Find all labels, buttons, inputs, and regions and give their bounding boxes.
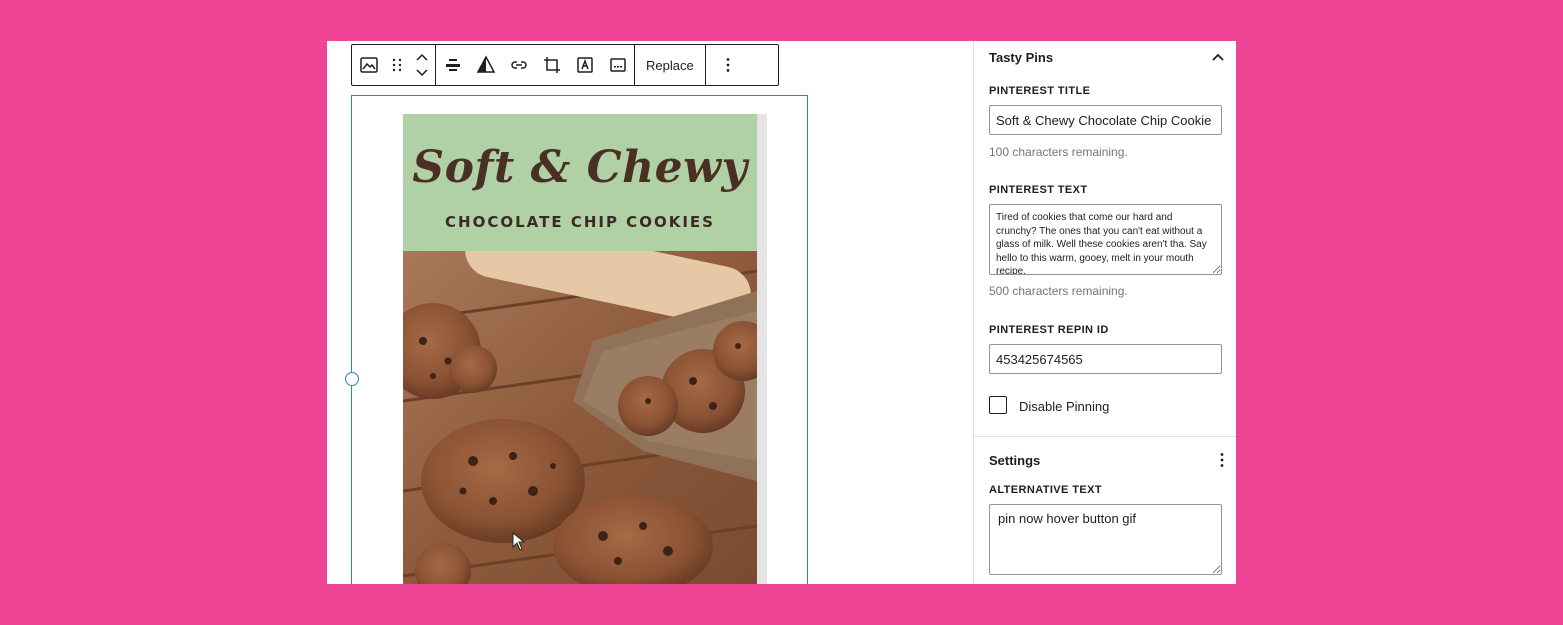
move-up-icon[interactable] <box>415 52 429 62</box>
alt-text-input[interactable]: pin now hover button gif <box>989 504 1222 575</box>
disable-pinning-checkbox[interactable] <box>989 396 1007 414</box>
crop-icon[interactable] <box>535 45 568 85</box>
block-toolbar: Replace <box>351 44 779 86</box>
settings-heading: Settings <box>989 452 1041 468</box>
pinterest-text-input[interactable]: Tired of cookies that come our hard and … <box>989 204 1222 275</box>
resize-handle[interactable] <box>345 372 359 386</box>
editor-window: Replace Soft & Chewy CHOCOLATE CHIP COOK… <box>327 41 1236 584</box>
pinterest-text-label: PINTEREST TEXT <box>989 184 1088 196</box>
chevron-up-icon[interactable] <box>1211 52 1225 62</box>
repin-id-label: PINTEREST REPIN ID <box>989 324 1109 336</box>
pin-image[interactable]: Soft & Chewy CHOCOLATE CHIP COOKIES <box>403 114 757 584</box>
block-settings-sidebar: Tasty Pins PINTEREST TITLE 100 character… <box>973 41 1236 584</box>
align-icon[interactable] <box>436 45 469 85</box>
duotone-icon[interactable] <box>469 45 502 85</box>
image-shadow <box>757 114 767 584</box>
toolbar-group-replace: Replace <box>635 45 706 85</box>
replace-button[interactable]: Replace <box>635 45 705 85</box>
tasty-pins-panel-header[interactable]: Tasty Pins <box>989 42 1225 72</box>
panel-divider <box>974 436 1236 437</box>
pin-image-subtitle: CHOCOLATE CHIP COOKIES <box>445 213 715 231</box>
pinterest-text-help: 500 characters remaining. <box>989 284 1128 298</box>
more-vertical-icon[interactable] <box>1219 452 1225 468</box>
pin-image-header: Soft & Chewy CHOCOLATE CHIP COOKIES <box>403 114 757 251</box>
cookies-photo <box>403 251 757 584</box>
settings-panel-header[interactable]: Settings <box>989 445 1225 475</box>
image-icon[interactable] <box>352 45 385 85</box>
caption-icon[interactable] <box>601 45 634 85</box>
text-overlay-icon[interactable] <box>568 45 601 85</box>
editor-canvas: Replace Soft & Chewy CHOCOLATE CHIP COOK… <box>327 41 973 584</box>
toolbar-group-tools <box>436 45 635 85</box>
tasty-pins-heading: Tasty Pins <box>989 49 1054 65</box>
block-mover <box>409 45 435 85</box>
pinterest-title-label: PINTEREST TITLE <box>989 85 1091 97</box>
pinterest-title-help: 100 characters remaining. <box>989 145 1128 159</box>
more-options-icon[interactable] <box>706 45 750 85</box>
pin-image-title: Soft & Chewy <box>412 142 748 193</box>
toolbar-group-more <box>706 45 750 85</box>
toolbar-group-block <box>352 45 436 85</box>
alt-text-label: ALTERNATIVE TEXT <box>989 484 1102 496</box>
drag-handle-icon[interactable] <box>385 45 409 85</box>
pinterest-title-input[interactable] <box>989 105 1222 135</box>
move-down-icon[interactable] <box>415 68 429 78</box>
link-icon[interactable] <box>502 45 535 85</box>
repin-id-input[interactable] <box>989 344 1222 374</box>
disable-pinning-label[interactable]: Disable Pinning <box>1019 399 1109 414</box>
